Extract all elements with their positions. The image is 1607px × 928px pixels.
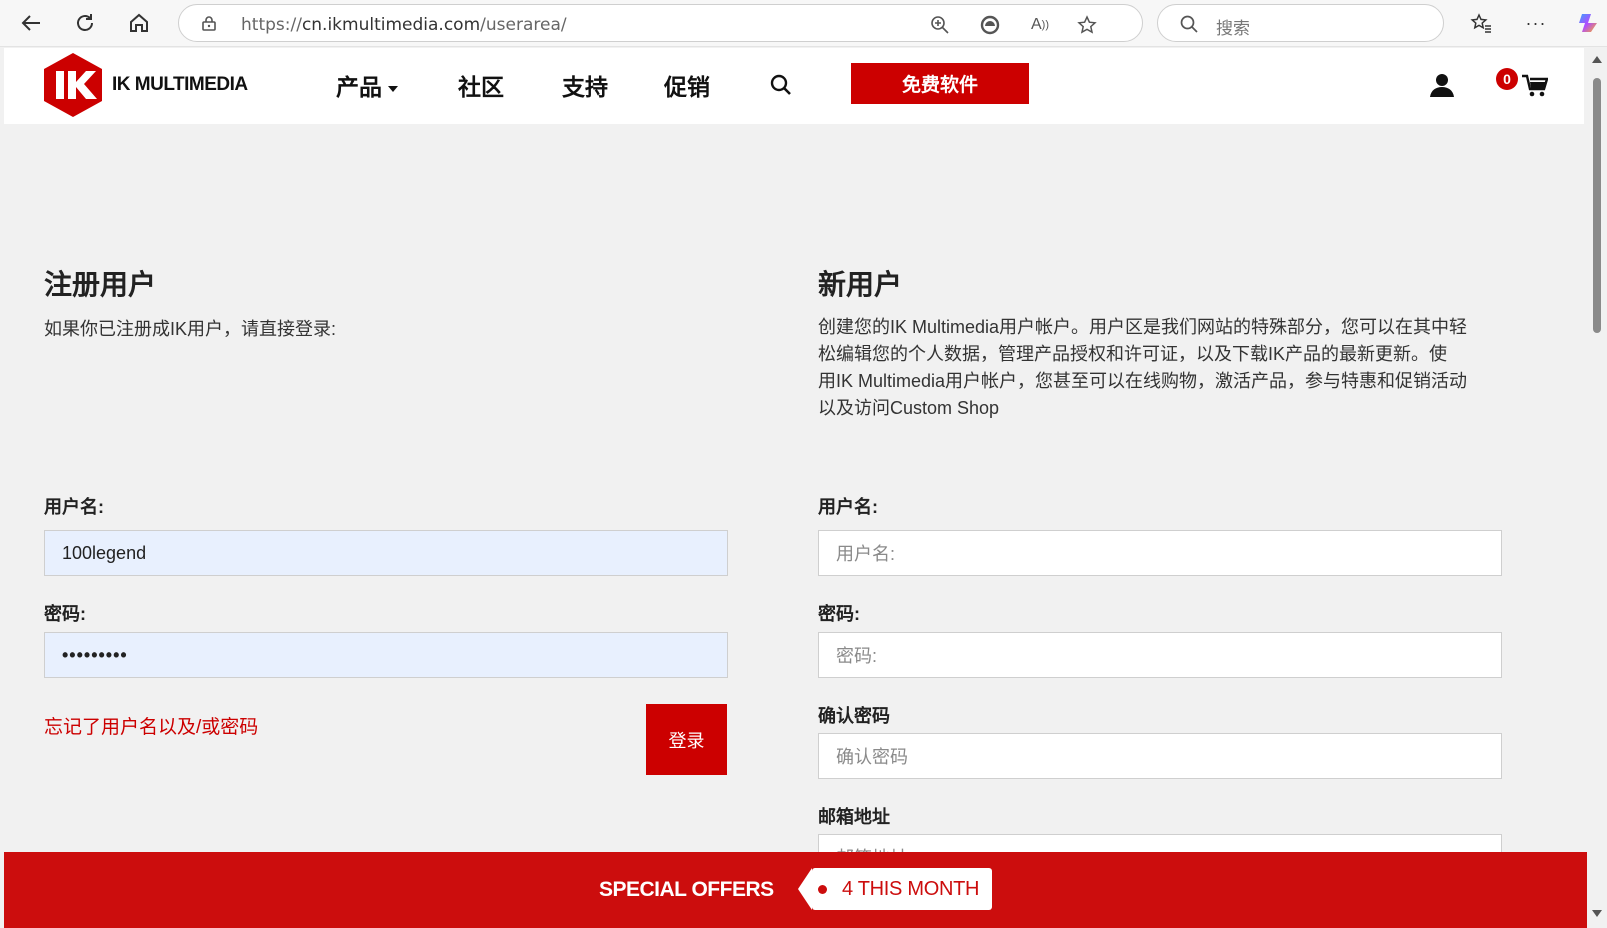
search-icon (1180, 15, 1198, 33)
page-scrollbar[interactable] (1587, 48, 1607, 928)
nav-community[interactable]: 社区 (458, 68, 504, 102)
login-username-label: 用户名: (44, 497, 104, 517)
register-username-label: 用户名: (818, 497, 878, 517)
register-description: 创建您的IK Multimedia用户帐户。用户区是我们网站的特殊部分，您可以在… (818, 317, 1468, 418)
favorite-star-icon[interactable] (1076, 14, 1098, 36)
login-username-input[interactable]: 100legend (44, 530, 728, 576)
register-confirm-input[interactable]: 确认密码 (818, 733, 1502, 779)
login-password-label: 密码: (44, 604, 86, 624)
offers-count-text: 4 THIS MONTH (842, 878, 980, 900)
search-placeholder: 搜索 (1216, 19, 1250, 38)
shopping-cart-icon[interactable] (1522, 74, 1548, 98)
free-software-button[interactable]: 免费软件 (851, 63, 1029, 104)
offers-count-pill[interactable]: 4 THIS MONTH (798, 868, 992, 910)
address-bar[interactable]: https://cn.ikmultimedia.com/userarea/ A)… (178, 4, 1143, 42)
register-username-input[interactable]: 用户名: (818, 530, 1502, 576)
nav-products[interactable]: 产品 (336, 68, 398, 102)
favorites-icon[interactable] (1466, 8, 1496, 38)
scroll-down-arrow-icon[interactable] (1592, 910, 1602, 917)
refresh-icon[interactable] (70, 8, 100, 38)
brand-name[interactable]: IK MULTIMEDIA (112, 74, 248, 96)
forgot-credentials-link[interactable]: 忘记了用户名以及/或密码 (44, 712, 258, 739)
more-menu-icon[interactable]: ··· (1521, 8, 1551, 38)
scrollbar-thumb[interactable] (1593, 78, 1601, 333)
back-icon[interactable] (16, 8, 46, 38)
login-button[interactable]: 登录 (646, 704, 727, 775)
browser-search[interactable]: 搜索 (1157, 4, 1444, 42)
ik-logo-icon[interactable] (44, 53, 102, 117)
scroll-up-arrow-icon[interactable] (1592, 56, 1602, 63)
login-title: 注册用户 (44, 269, 157, 300)
bullet-dot-icon (818, 885, 827, 894)
copilot-icon[interactable] (1574, 8, 1604, 38)
register-title: 新用户 (818, 269, 903, 300)
zoom-icon[interactable] (929, 14, 951, 36)
login-password-input[interactable]: ••••••••• (44, 632, 728, 678)
chevron-down-icon (388, 85, 398, 92)
login-subtitle: 如果你已注册成IK用户，请直接登录: (44, 319, 337, 339)
register-password-label: 密码: (818, 604, 860, 624)
edge-icon[interactable] (979, 14, 1001, 36)
browser-toolbar: https://cn.ikmultimedia.com/userarea/ A)… (0, 0, 1607, 47)
user-account-icon[interactable] (1429, 72, 1455, 98)
site-search-icon[interactable] (770, 74, 792, 96)
special-offers-label: SPECIAL OFFERS (599, 878, 774, 901)
site-header: IK MULTIMEDIA 产品 社区 支持 促销 免费软件 0 (4, 48, 1584, 124)
home-icon[interactable] (124, 8, 154, 38)
nav-support[interactable]: 支持 (562, 68, 608, 102)
lock-icon (202, 16, 216, 31)
register-confirm-label: 确认密码 (818, 706, 890, 726)
cart-count-badge: 0 (1496, 68, 1518, 90)
read-aloud-icon[interactable]: A)) (1029, 14, 1051, 36)
url-text: https://cn.ikmultimedia.com/userarea/ (241, 15, 567, 35)
nav-promotions[interactable]: 促销 (664, 68, 710, 102)
register-password-input[interactable]: 密码: (818, 632, 1502, 678)
register-email-label: 邮箱地址 (818, 807, 890, 827)
special-offers-bar[interactable]: SPECIAL OFFERS 4 THIS MONTH (4, 852, 1587, 928)
